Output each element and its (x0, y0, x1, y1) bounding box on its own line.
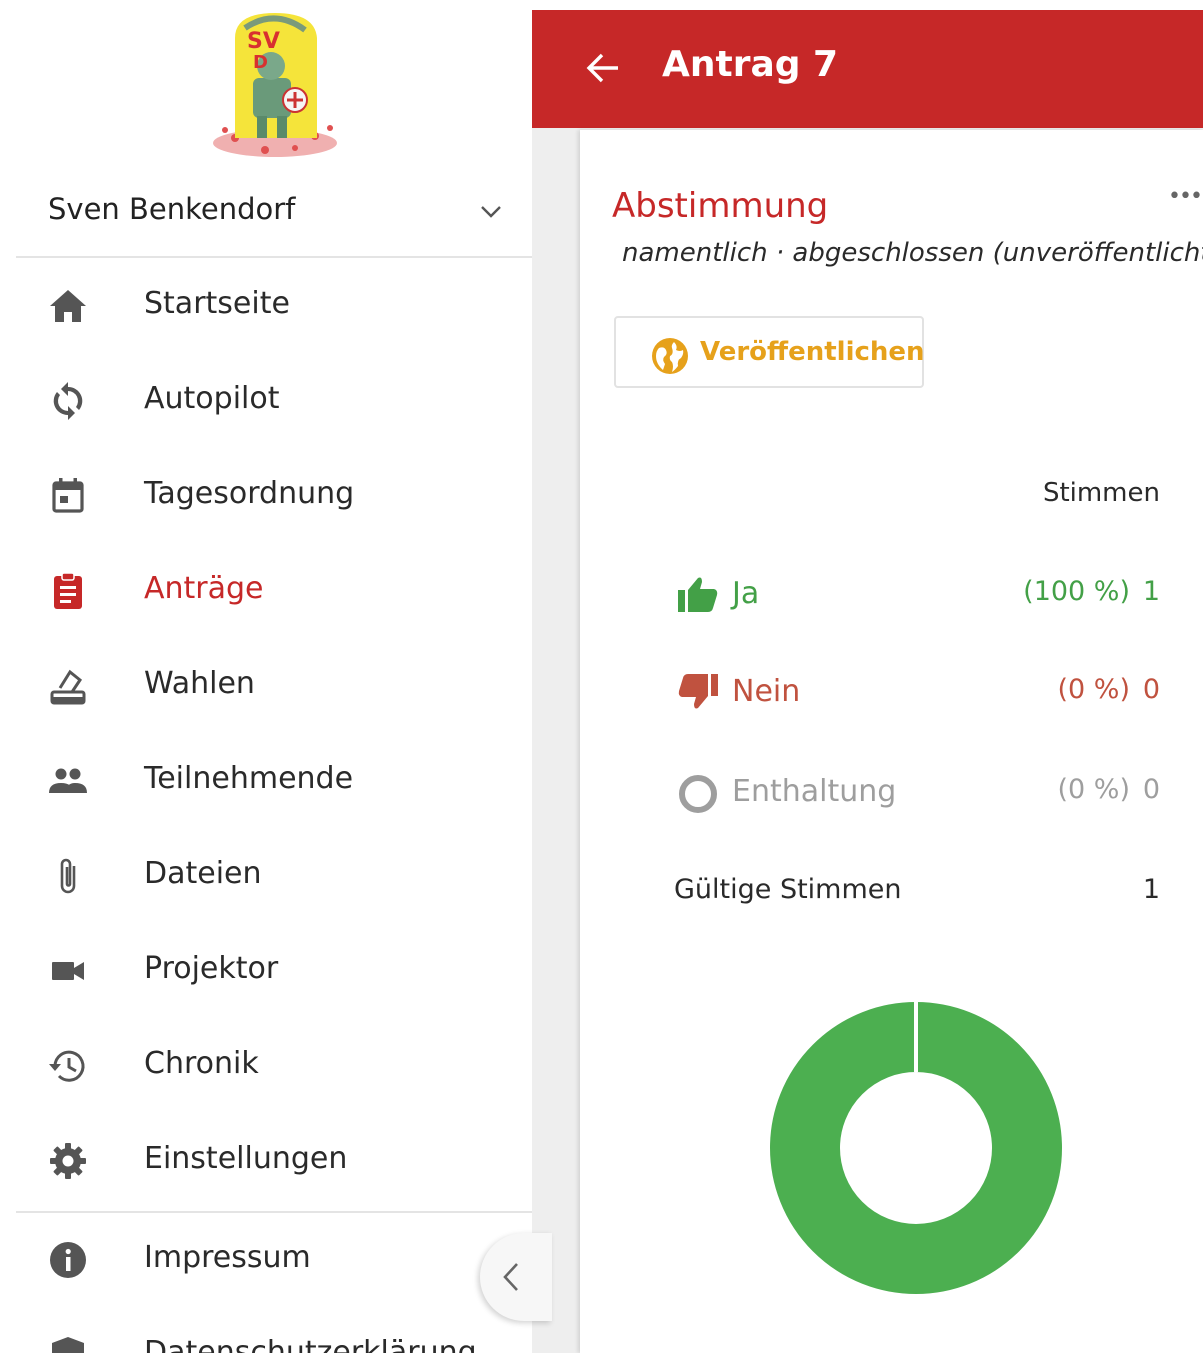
poll-subtitle: namentlich · abgeschlossen (unveröffentl… (622, 238, 1203, 268)
svg-text:D: D (253, 52, 268, 73)
info-icon (50, 1242, 86, 1278)
vote-label: Ja (732, 576, 760, 611)
chevron-down-icon (481, 206, 501, 218)
vote-count: 1 (1142, 576, 1160, 607)
vote-label: Nein (732, 674, 801, 709)
nav-label: Autopilot (144, 381, 280, 416)
sidebar: SV D Sven Benkendorf Startseite Autopilo… (0, 0, 532, 1353)
nav-label: Wahlen (144, 666, 255, 701)
valid-votes-row: Gültige Stimmen 1 (674, 870, 1174, 920)
nav-item-wahlen[interactable]: Wahlen (16, 638, 532, 733)
vote-row-no: Nein (0 %) 0 (674, 664, 1174, 724)
nav-label: Dateien (144, 856, 262, 891)
valid-votes-label: Gültige Stimmen (674, 874, 902, 905)
more-options-icon[interactable]: ••• (1168, 184, 1203, 209)
history-icon (49, 1050, 85, 1082)
nav-item-impressum[interactable]: Impressum (16, 1212, 532, 1307)
nav-item-projektor[interactable]: Projektor (16, 923, 532, 1018)
nav-item-startseite[interactable]: Startseite (16, 258, 532, 353)
nav-item-tagesordnung[interactable]: Tagesordnung (16, 448, 532, 543)
user-menu[interactable]: Sven Benkendorf (16, 178, 532, 258)
nav-label: Startseite (144, 286, 290, 321)
vote-percent: (100 %) (1023, 576, 1130, 607)
vote-row-abstain: Enthaltung (0 %) 0 (674, 764, 1174, 824)
nav-item-dateien[interactable]: Dateien (16, 828, 532, 923)
sync-icon (53, 382, 83, 420)
page-title: Antrag 7 (662, 44, 839, 85)
ballot-icon (50, 669, 86, 705)
poll-card: Abstimmung ••• namentlich · abgeschlosse… (580, 130, 1203, 1353)
nav-item-datenschutz[interactable]: Datenschutzerklärung (16, 1307, 532, 1353)
nav-label: Chronik (144, 1046, 259, 1081)
home-icon (50, 290, 86, 322)
vote-percent: (0 %) (1057, 674, 1130, 705)
circle-outline-icon (679, 775, 717, 813)
nav-label: Teilnehmende (144, 761, 354, 796)
vote-row-yes: Ja (100 %) 1 (674, 566, 1174, 626)
top-app-bar: Antrag 7 (532, 10, 1203, 128)
nav-label: Tagesordnung (144, 476, 355, 511)
vote-percent: (0 %) (1057, 774, 1130, 805)
vote-count: 0 (1142, 774, 1160, 805)
paperclip-icon (60, 858, 76, 894)
nav-label: Anträge (144, 571, 264, 606)
event-logo: SV D (205, 8, 345, 163)
user-name: Sven Benkendorf (48, 192, 296, 226)
thumbs-down-icon (678, 674, 718, 709)
people-icon (49, 768, 87, 793)
vote-count: 0 (1142, 674, 1160, 705)
nav-label: Einstellungen (144, 1141, 348, 1176)
thumbs-up-icon (678, 577, 718, 612)
nav-item-teilnehmende[interactable]: Teilnehmende (16, 733, 532, 828)
valid-votes-count: 1 (1142, 874, 1160, 905)
publish-button[interactable]: Veröffentlichen (614, 316, 925, 388)
clipboard-icon (54, 572, 82, 609)
result-donut-chart (770, 1002, 1062, 1294)
nav-item-chronik[interactable]: Chronik (16, 1018, 532, 1113)
shield-icon (52, 1337, 84, 1353)
gear-icon (50, 1143, 86, 1179)
vote-label: Enthaltung (732, 774, 897, 809)
votes-column-header: Stimmen (1042, 478, 1160, 508)
back-arrow-icon[interactable] (584, 50, 622, 86)
nav-item-antraege[interactable]: Anträge (16, 543, 532, 638)
svg-text:SV: SV (247, 29, 280, 54)
nav-item-autopilot[interactable]: Autopilot (16, 353, 532, 448)
globe-icon (652, 338, 688, 374)
videocam-icon (52, 962, 84, 980)
nav-label: Projektor (144, 951, 279, 986)
nav-item-einstellungen[interactable]: Einstellungen (16, 1113, 532, 1208)
chevron-left-icon (503, 1263, 518, 1291)
calendar-icon (52, 478, 84, 513)
nav-label: Impressum (144, 1240, 311, 1275)
poll-title: Abstimmung (612, 186, 829, 226)
publish-label: Veröffentlichen (700, 337, 925, 367)
nav-label: Datenschutzerklärung (144, 1335, 477, 1353)
